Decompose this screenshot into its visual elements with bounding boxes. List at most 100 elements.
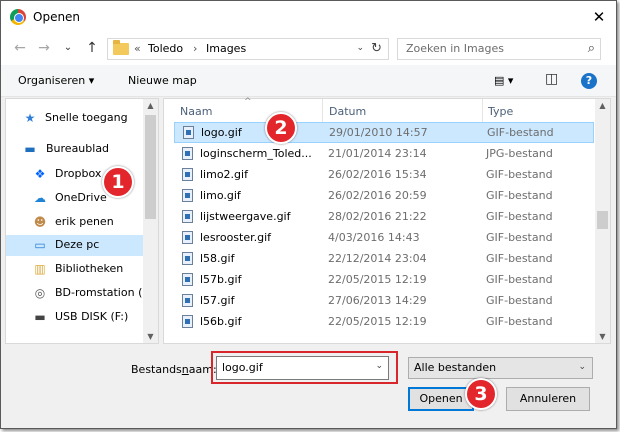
file-type: GIF-bestand bbox=[486, 168, 553, 181]
sidebar-item-bd-drive[interactable]: ◎ BD-romstation ( bbox=[6, 283, 144, 304]
organize-label: Organiseren bbox=[18, 74, 86, 87]
file-name: l56b.gif bbox=[200, 315, 242, 328]
sidebar-item-label: USB DISK (F:) bbox=[55, 310, 129, 323]
disc-drive-icon: ◎ bbox=[34, 286, 46, 300]
column-divider[interactable] bbox=[482, 99, 483, 123]
dropbox-icon: ❖ bbox=[34, 167, 46, 181]
breadcrumb-overflow[interactable]: « bbox=[134, 42, 141, 55]
file-date: 27/06/2013 14:29 bbox=[328, 294, 427, 307]
file-date: 26/02/2016 15:34 bbox=[328, 168, 427, 181]
breadcrumb-separator[interactable]: › bbox=[193, 42, 197, 55]
view-options-button[interactable]: ▤ ▾ bbox=[494, 74, 513, 87]
file-row[interactable]: l58.gif 22/12/2014 23:04 GIF-bestand bbox=[174, 249, 594, 270]
gif-file-icon bbox=[182, 252, 193, 265]
view-caret-icon: ▾ bbox=[507, 74, 514, 87]
forward-button[interactable]: → bbox=[35, 39, 53, 57]
sidebar-item-label: BD-romstation ( bbox=[55, 286, 143, 299]
file-row[interactable]: lesrooster.gif 4/03/2016 14:43 GIF-besta… bbox=[174, 228, 594, 249]
file-date: 22/05/2015 12:19 bbox=[328, 273, 427, 286]
file-type: GIF-bestand bbox=[486, 210, 553, 223]
file-row[interactable]: logo.gif 29/01/2010 14:57 GIF-bestand bbox=[174, 122, 594, 143]
address-bar[interactable]: « Toledo › Images ⌄ ↻ bbox=[107, 38, 389, 60]
gif-file-icon bbox=[182, 315, 193, 328]
cancel-button[interactable]: Annuleren bbox=[506, 387, 590, 411]
sidebar-item-usb-disk[interactable]: ▬ USB DISK (F:) bbox=[6, 307, 144, 328]
up-button[interactable]: ↑ bbox=[83, 39, 101, 57]
search-icon[interactable]: ⌕ bbox=[588, 41, 595, 56]
column-type[interactable]: Type bbox=[488, 105, 513, 118]
computer-icon: ▭ bbox=[34, 238, 46, 252]
file-type: JPG-bestand bbox=[486, 147, 553, 160]
open-dialog: Openen ✕ ← → ⌄ ↑ « Toledo › Images ⌄ ↻ Z… bbox=[0, 0, 617, 429]
file-name: loginscherm_Toled... bbox=[200, 147, 312, 160]
open-button[interactable]: Openen bbox=[408, 387, 474, 411]
scroll-up-icon[interactable]: ▲ bbox=[595, 101, 610, 110]
sidebar-item-label: erik penen bbox=[55, 215, 114, 228]
sidebar-item-desktop[interactable]: ▬ Bureaublad bbox=[6, 139, 144, 160]
close-button[interactable]: ✕ bbox=[588, 7, 610, 27]
callout-badge-2: 2 bbox=[265, 112, 297, 144]
file-list-scrollbar[interactable]: ▲ ▼ bbox=[595, 99, 610, 343]
sidebar-item-user[interactable]: ☻ erik penen bbox=[6, 212, 144, 233]
organize-caret-icon: ▾ bbox=[88, 74, 95, 87]
navigation-pane[interactable]: ★ Snelle toegang ▬ Bureaublad ❖ Dropbox … bbox=[5, 98, 159, 344]
file-name: limo2.gif bbox=[200, 168, 248, 181]
file-name: l57b.gif bbox=[200, 273, 242, 286]
file-row[interactable]: lijstweergave.gif 28/02/2016 21:22 GIF-b… bbox=[174, 207, 594, 228]
file-name: lesrooster.gif bbox=[200, 231, 272, 244]
sidebar-item-label: Bureaublad bbox=[46, 142, 110, 155]
file-type: GIF-bestand bbox=[486, 273, 553, 286]
back-button[interactable]: ← bbox=[11, 39, 29, 57]
organize-button[interactable]: Organiseren ▾ bbox=[18, 74, 94, 87]
file-row[interactable]: l56b.gif 22/05/2015 12:19 GIF-bestand bbox=[174, 312, 594, 333]
callout-badge-3: 3 bbox=[465, 378, 497, 410]
help-icon[interactable]: ? bbox=[581, 73, 597, 89]
column-date[interactable]: Datum bbox=[329, 105, 366, 118]
recent-locations-button[interactable]: ⌄ bbox=[59, 39, 77, 57]
column-divider[interactable] bbox=[322, 99, 323, 123]
refresh-icon[interactable]: ↻ bbox=[371, 41, 382, 56]
column-name[interactable]: Naam bbox=[180, 105, 212, 118]
file-type-filter[interactable]: Alle bestanden ⌄ bbox=[408, 357, 593, 379]
preview-pane-icon[interactable]: ◫ bbox=[545, 71, 558, 87]
breadcrumb-toledo[interactable]: Toledo bbox=[148, 42, 183, 55]
view-icon: ▤ bbox=[494, 74, 505, 87]
file-row[interactable]: limo2.gif 26/02/2016 15:34 GIF-bestand bbox=[174, 165, 594, 186]
new-folder-button[interactable]: Nieuwe map bbox=[128, 74, 197, 87]
file-type: GIF-bestand bbox=[486, 252, 553, 265]
file-row[interactable]: loginscherm_Toled... 21/01/2014 23:14 JP… bbox=[174, 144, 594, 165]
navigation-scrollbar[interactable]: ▲ ▼ bbox=[143, 99, 158, 343]
title-bar: Openen ✕ bbox=[1, 1, 616, 33]
callout-badge-1: 1 bbox=[102, 166, 134, 198]
scroll-down-icon[interactable]: ▼ bbox=[595, 332, 610, 341]
file-name: lijstweergave.gif bbox=[200, 210, 291, 223]
filename-highlight-box bbox=[211, 351, 398, 384]
file-type: GIF-bestand bbox=[486, 294, 553, 307]
file-row[interactable]: limo.gif 26/02/2016 20:59 GIF-bestand bbox=[174, 186, 594, 207]
sidebar-item-this-pc[interactable]: ▭ Deze pc bbox=[6, 235, 144, 256]
sort-ascending-icon: ^ bbox=[244, 97, 252, 107]
file-row[interactable]: l57b.gif 22/05/2015 12:19 GIF-bestand bbox=[174, 270, 594, 291]
user-icon: ☻ bbox=[33, 215, 47, 229]
scrollbar-thumb[interactable] bbox=[597, 211, 608, 229]
sidebar-item-label: Bibliotheken bbox=[55, 262, 124, 275]
file-row[interactable]: l57.gif 27/06/2013 14:29 GIF-bestand bbox=[174, 291, 594, 312]
sidebar-item-libraries[interactable]: ▥ Bibliotheken bbox=[6, 259, 144, 280]
filter-dropdown-icon: ⌄ bbox=[578, 362, 586, 372]
scroll-up-icon[interactable]: ▲ bbox=[143, 101, 158, 110]
scroll-down-icon[interactable]: ▼ bbox=[143, 332, 158, 341]
file-date: 29/01/2010 14:57 bbox=[329, 126, 428, 139]
sidebar-item-quick-access[interactable]: ★ Snelle toegang bbox=[6, 108, 144, 129]
sidebar-item-label: Snelle toegang bbox=[45, 111, 128, 124]
gif-file-icon bbox=[182, 189, 193, 202]
search-placeholder: Zoeken in Images bbox=[406, 42, 504, 55]
address-dropdown-icon[interactable]: ⌄ bbox=[356, 43, 364, 53]
cloud-icon: ☁ bbox=[34, 191, 46, 205]
filename-label-part: Bestands bbox=[131, 363, 182, 376]
usb-drive-icon: ▬ bbox=[34, 310, 46, 324]
file-name: limo.gif bbox=[200, 189, 241, 202]
file-list[interactable]: ^ Naam Datum Type logo.gif 29/01/2010 14… bbox=[163, 97, 611, 344]
search-input[interactable]: Zoeken in Images ⌕ bbox=[397, 38, 601, 60]
scrollbar-thumb[interactable] bbox=[145, 115, 156, 219]
breadcrumb-images[interactable]: Images bbox=[206, 42, 246, 55]
